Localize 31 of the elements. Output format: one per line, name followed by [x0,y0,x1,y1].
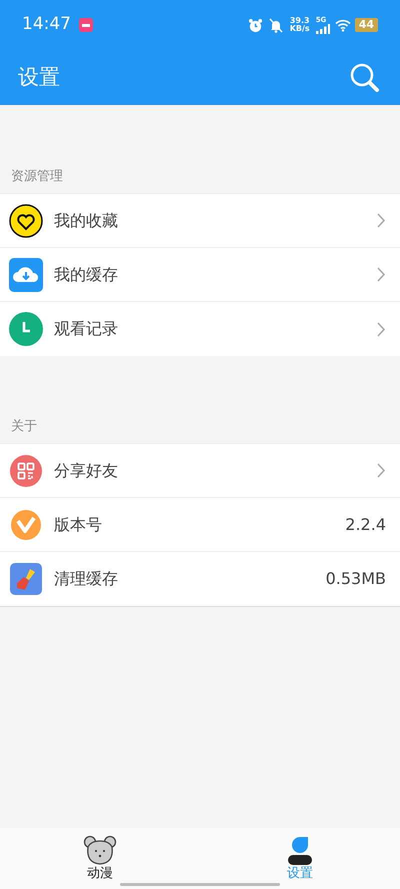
item-label: 清理缓存 [54,568,119,590]
alarm-icon [248,18,263,32]
status-time: 14:47 [22,13,71,36]
item-label: 我的收藏 [54,210,119,232]
item-label: 我的缓存 [54,264,119,286]
broom-icon [10,563,42,595]
network-speed: 39.3 [290,17,310,25]
signal-icon [316,24,330,34]
section-title: 资源管理 [11,169,63,184]
item-value: 0.53MB [326,568,386,590]
chevron-right-icon [377,267,386,282]
chevron-right-icon [377,213,386,228]
network-speed-unit: KB/s [290,25,310,33]
cloud-download-icon [9,258,43,292]
chevron-right-icon [377,463,386,478]
app-notification-icon [79,18,93,32]
v-icon [11,510,41,540]
muted-bell-icon [268,18,283,32]
section-title: 关于 [11,419,37,434]
item-label: 分享好友 [54,460,119,482]
person-icon [287,835,313,865]
clock-icon [9,312,43,346]
wifi-icon [334,18,351,32]
item-label: 观看记录 [54,318,119,340]
item-value: 2.2.4 [345,514,386,536]
item-label: 版本号 [54,514,103,536]
page-title: 设置 [18,64,60,91]
chevron-right-icon [377,322,386,336]
bear-icon [83,835,117,865]
battery-level: 44 [354,18,378,32]
grid-icon [10,454,42,486]
